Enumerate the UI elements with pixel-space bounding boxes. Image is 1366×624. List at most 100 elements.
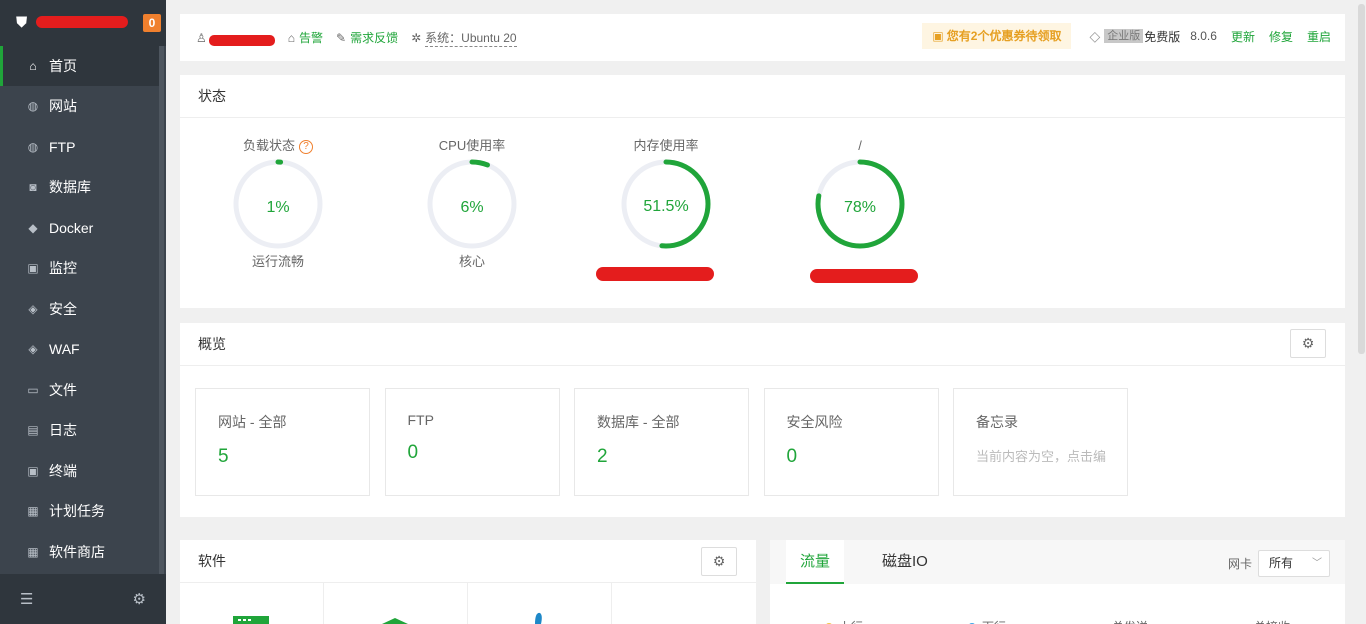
- alert-link[interactable]: ⌂ 告警: [288, 29, 323, 46]
- sidebar-menu: ⌂ 首页 ◍ 网站 ◍ FTP ◙ 数据库 ◆ Docker ▣ 监控 ◈ 安全 ◈ WAF ▭ 文件 ▤ 日志 ▣ 终端…: [0, 46, 160, 572]
- overview-card-label: FTP: [407, 412, 434, 428]
- alert-label: 告警: [299, 31, 324, 45]
- server-name-redacted: [36, 16, 128, 28]
- free-edition-label: 免费版: [1144, 29, 1181, 44]
- legend-label: 总接收: [1254, 620, 1290, 624]
- edit-icon: ✎: [336, 30, 347, 45]
- gauge-title: 负载状态?: [223, 136, 333, 156]
- sidebar-item-label: FTP: [49, 138, 76, 155]
- nic-select[interactable]: 所有 ﹀: [1258, 550, 1330, 577]
- edition-info[interactable]: ◇ 企业版 免费版: [1089, 28, 1180, 45]
- gauge-footnote: 核心: [458, 254, 485, 269]
- overview-settings-button[interactable]: ⚙: [1290, 329, 1326, 358]
- software-divider: [467, 583, 468, 624]
- tab-traffic[interactable]: 流量: [786, 540, 845, 584]
- gauge-3[interactable]: / 78%: [805, 136, 915, 272]
- sidebar-item-label: Docker: [49, 219, 94, 236]
- overview-card[interactable]: 安全风险 0: [763, 388, 939, 496]
- legend-label: 下行: [982, 620, 1006, 624]
- help-icon[interactable]: ?: [299, 140, 313, 154]
- gauge-title: CPU使用率: [417, 136, 527, 156]
- globe-icon: ◍: [27, 99, 39, 114]
- overview-card[interactable]: 数据库 - 全部 2: [574, 388, 749, 496]
- overview-card[interactable]: 备忘录当前内容为空，点击编辑: [953, 388, 1128, 496]
- user-info[interactable]: ♙: [196, 29, 275, 46]
- sidebar-scrollbar[interactable]: [159, 46, 164, 574]
- overview-card[interactable]: 网站 - 全部 5: [195, 388, 370, 496]
- tab-disk-io[interactable]: 磁盘IO: [868, 540, 942, 584]
- sidebar-item-7[interactable]: ◈ WAF: [0, 329, 160, 370]
- sidebar-item-12[interactable]: ▦ 软件商店: [0, 532, 160, 573]
- sidebar-item-10[interactable]: ▣ 终端: [0, 451, 160, 492]
- enterprise-tag: 企业版: [1104, 29, 1144, 43]
- sidebar-item-8[interactable]: ▭ 文件: [0, 370, 160, 411]
- status-title: 状态: [180, 75, 1345, 118]
- gauge-title-text: 内存使用率: [633, 138, 699, 153]
- gauge-2[interactable]: 内存使用率 51.5%: [611, 136, 721, 272]
- gear-icon: ⚙: [712, 553, 726, 569]
- update-link[interactable]: 更新: [1231, 28, 1255, 45]
- software-divider: [611, 583, 612, 624]
- monitor-icon: ▣: [27, 261, 39, 276]
- overview-card-label: 备忘录: [976, 414, 1018, 430]
- status-panel: 状态 负载状态? 1% 运行流畅 CPU使用率 6% 核心 内存使用率 51.5% / 78%: [180, 75, 1345, 308]
- disk-detail-redacted: [810, 269, 918, 283]
- gauge-value: 78%: [843, 199, 877, 216]
- feedback-link[interactable]: ✎ 需求反馈: [336, 29, 398, 46]
- gauge-0[interactable]: 负载状态? 1% 运行流畅: [223, 136, 333, 272]
- software-nginx-icon[interactable]: [382, 618, 408, 624]
- sidebar-item-1[interactable]: ◍ 网站: [0, 86, 160, 127]
- sidebar-item-label: 监控: [49, 260, 77, 277]
- chevron-down-icon: ﹀: [1312, 558, 1322, 569]
- sidebar-item-6[interactable]: ◈ 安全: [0, 289, 160, 330]
- page-scrollbar[interactable]: [1357, 0, 1366, 624]
- top-bar-actions: ▣ 您有2个优惠券待领取 ◇ 企业版 免费版 8.0.6 更新 修复 重启: [922, 23, 1331, 49]
- sidebar-item-label: 终端: [49, 462, 77, 479]
- username-redacted: [208, 35, 275, 46]
- gauge-title: 内存使用率: [611, 136, 721, 156]
- restart-link[interactable]: 重启: [1307, 28, 1331, 45]
- docker-icon: ◆: [28, 220, 38, 235]
- sidebar-item-4[interactable]: ◆ Docker: [0, 208, 160, 249]
- legend-item: 总接收: [1254, 618, 1290, 624]
- page-scrollbar-thumb[interactable]: [1358, 4, 1365, 354]
- ftp-globe-icon: ◍: [27, 139, 39, 154]
- legend-item: 上行: [825, 618, 863, 624]
- overview-card-value: 5: [218, 446, 229, 467]
- gauge-1[interactable]: CPU使用率 6% 核心: [417, 136, 527, 272]
- coupon-notice[interactable]: ▣ 您有2个优惠券待领取: [922, 23, 1072, 49]
- software-app-icon[interactable]: [233, 616, 269, 624]
- sidebar-item-2[interactable]: ◍ FTP: [0, 127, 160, 168]
- software-mysql-icon[interactable]: [532, 612, 544, 624]
- sidebar-item-9[interactable]: ▤ 日志: [0, 410, 160, 451]
- calendar-icon: ▦: [27, 504, 39, 519]
- system-info[interactable]: ✲ 系统：Ubuntu 20: [411, 29, 517, 47]
- traffic-tabs: 流量 磁盘IO 网卡 所有 ﹀: [770, 540, 1345, 584]
- overview-card[interactable]: FTP 0: [384, 388, 560, 496]
- system-label: 系统：Ubuntu 20: [425, 30, 517, 47]
- legend-label: 上行: [839, 620, 863, 624]
- gauge-value: 6%: [460, 199, 484, 216]
- sidebar-item-label: 文件: [49, 381, 77, 398]
- repair-link[interactable]: 修复: [1269, 28, 1293, 45]
- software-settings-button[interactable]: ⚙: [701, 547, 737, 576]
- sidebar-item-11[interactable]: ▦ 计划任务: [0, 491, 160, 532]
- sidebar-item-0[interactable]: ⌂ 首页: [0, 46, 160, 86]
- collapse-menu-icon[interactable]: ☰: [20, 590, 33, 608]
- memo-placeholder: 当前内容为空，点击编辑: [976, 449, 1106, 464]
- nic-select-value: 所有: [1269, 556, 1294, 570]
- sidebar-item-label: WAF: [49, 341, 80, 358]
- sidebar-item-3[interactable]: ◙ 数据库: [0, 167, 160, 208]
- alert-house-icon: ⌂: [287, 30, 296, 45]
- waf-shield-icon: ◈: [28, 342, 38, 357]
- settings-gear-icon[interactable]: ⚙: [133, 590, 146, 608]
- overview-title: 概览: [180, 323, 1345, 366]
- log-icon: ▤: [27, 423, 39, 438]
- sidebar-item-label: 软件商店: [49, 543, 105, 560]
- notification-badge[interactable]: 0: [143, 14, 161, 32]
- sidebar-header: ⛊ 0: [0, 0, 166, 46]
- apps-icon: ▦: [27, 544, 39, 559]
- gauge-title: /: [805, 136, 915, 156]
- feedback-label: 需求反馈: [350, 31, 399, 45]
- sidebar-item-5[interactable]: ▣ 监控: [0, 248, 160, 289]
